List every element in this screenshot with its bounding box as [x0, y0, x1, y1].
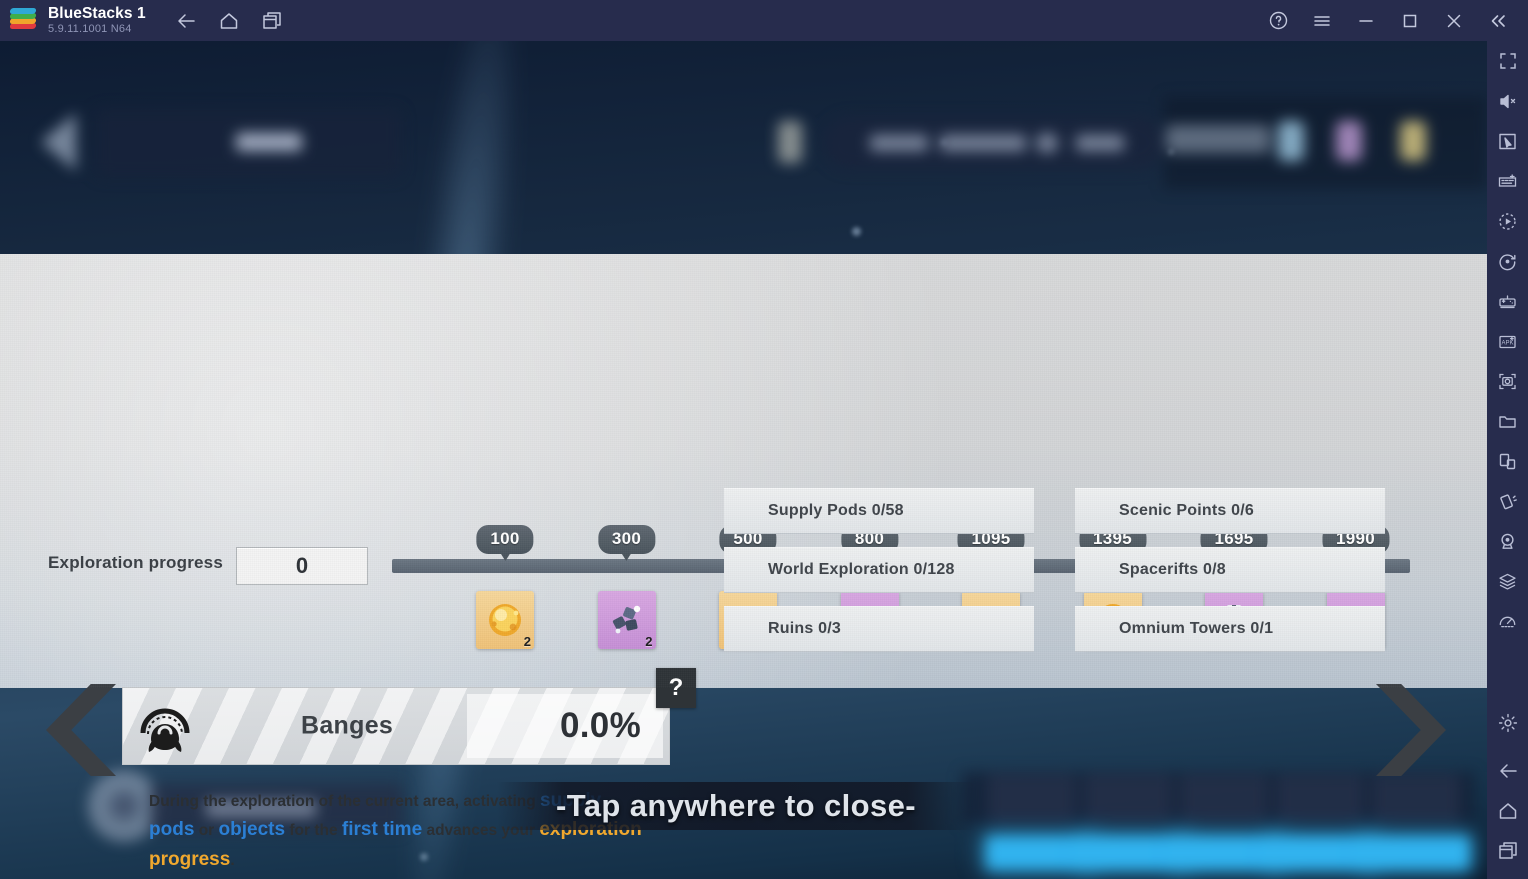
- layers-icon[interactable]: [1487, 561, 1528, 601]
- stat-label: World Exploration 0/128: [768, 561, 955, 578]
- milestone-marker[interactable]: 100: [476, 525, 562, 561]
- fullscreen-icon[interactable]: [1487, 41, 1528, 81]
- location-icon[interactable]: [1487, 521, 1528, 561]
- shake-icon[interactable]: [1487, 481, 1528, 521]
- rotate-icon[interactable]: [1487, 241, 1528, 281]
- desc-highlight-first-time: first time: [341, 819, 423, 841]
- game-resource-blurred: [1400, 121, 1426, 161]
- stat-row[interactable]: Spacerifts 0/8: [1075, 547, 1385, 593]
- desc-part-5: .: [230, 851, 235, 869]
- game-button-blurred: [986, 836, 1094, 870]
- stat-label: Omnium Towers 0/1: [1119, 620, 1274, 637]
- window-title-group: BlueStacks 1 5.9.11.1001 N64: [48, 4, 146, 36]
- reward-quantity: 2: [645, 634, 653, 649]
- bluestacks-logo-icon: [9, 7, 37, 34]
- menu-icon[interactable]: [1310, 9, 1334, 33]
- stat-row[interactable]: Ruins 0/3: [724, 606, 1034, 652]
- close-icon[interactable]: [1442, 9, 1466, 33]
- stat-row[interactable]: Scenic Points 0/6: [1075, 488, 1385, 534]
- android-recents-icon[interactable]: [1487, 831, 1528, 871]
- exploration-progress-modal: Exploration progress 0 10023002500300800…: [0, 254, 1487, 870]
- screenshot-icon[interactable]: [1487, 361, 1528, 401]
- desc-part-2: or: [194, 822, 219, 840]
- gamepad-icon[interactable]: [1487, 281, 1528, 321]
- performance-icon[interactable]: [1487, 601, 1528, 641]
- region-percent: 0.0%: [560, 706, 641, 745]
- tap-to-close-label: -Tap anywhere to close-: [555, 788, 917, 823]
- stat-label: Ruins 0/3: [768, 620, 841, 637]
- keyboard-controls-icon[interactable]: [1487, 161, 1528, 201]
- game-hud-top-blurred: [0, 41, 1487, 254]
- desc-highlight-objects: objects: [218, 819, 286, 841]
- multi-instance-icon[interactable]: [1487, 441, 1528, 481]
- exploration-progress-valuebox: 0: [236, 547, 368, 585]
- help-icon[interactable]: [1266, 9, 1290, 33]
- game-resource-blurred: [1278, 121, 1304, 161]
- milestone-reward[interactable]: 2: [476, 591, 534, 649]
- milestone-reward[interactable]: 2: [597, 591, 656, 649]
- media-folder-icon[interactable]: [1487, 401, 1528, 441]
- svg-text:APK: APK: [1501, 340, 1513, 346]
- stat-label: Supply Pods 0/58: [768, 502, 904, 519]
- game-button-blurred: [1174, 836, 1282, 870]
- bluestacks-sidebar: APK: [1487, 41, 1528, 879]
- back-icon[interactable]: [174, 9, 198, 33]
- stat-label: Scenic Points 0/6: [1119, 502, 1255, 519]
- recents-icon[interactable]: [260, 9, 284, 33]
- desc-part-1: During the exploration of the current ar…: [149, 793, 541, 810]
- install-apk-icon[interactable]: APK: [1487, 321, 1528, 361]
- game-resource-blurred: [1336, 121, 1362, 161]
- android-back-icon[interactable]: [1487, 751, 1528, 791]
- game-card-blurred: [1276, 774, 1364, 822]
- desc-part-3: for the: [285, 822, 342, 840]
- mute-icon[interactable]: [1487, 81, 1528, 121]
- app-version: 5.9.11.1001 N64: [48, 22, 132, 35]
- game-button-blurred: [1362, 836, 1470, 870]
- exploration-progress-value: 0: [295, 553, 309, 578]
- game-title-pill-blurred: [96, 109, 401, 177]
- game-stat-chip-blurred: [1166, 125, 1270, 153]
- collapse-icon[interactable]: [1486, 9, 1510, 33]
- region-progress-bar[interactable]: Banges 0.0%: [122, 687, 670, 765]
- game-button-blurred: [1268, 836, 1376, 870]
- minimize-icon[interactable]: [1354, 9, 1378, 33]
- reward-quantity: 2: [523, 634, 531, 649]
- game-button-blurred: [1080, 836, 1188, 870]
- game-currency-icon-blurred: [778, 121, 802, 163]
- app-name: BlueStacks 1: [48, 4, 146, 22]
- android-home-icon[interactable]: [1487, 791, 1528, 831]
- stat-row[interactable]: Omnium Towers 0/1: [1075, 606, 1385, 652]
- game-viewport[interactable]: Exploration progress 0 10023002500300800…: [0, 41, 1487, 879]
- stat-label: Spacerifts 0/8: [1119, 561, 1226, 578]
- settings-gear-icon[interactable]: [1487, 703, 1528, 743]
- maximize-icon[interactable]: [1398, 9, 1422, 33]
- milestone-value: 100: [476, 525, 534, 561]
- region-emblem-icon: [135, 697, 195, 757]
- home-icon[interactable]: [217, 9, 241, 33]
- game-card-blurred: [1084, 774, 1172, 822]
- cursor-pointer-icon[interactable]: [1487, 121, 1528, 161]
- stat-row[interactable]: Supply Pods 0/58: [724, 488, 1034, 534]
- game-card-blurred: [1180, 774, 1268, 822]
- game-card-blurred: [988, 774, 1076, 822]
- milestone-marker[interactable]: 300: [597, 525, 684, 561]
- stat-row[interactable]: World Exploration 0/128: [724, 547, 1034, 593]
- region-name: Banges: [301, 711, 394, 740]
- tap-to-close-banner[interactable]: -Tap anywhere to close-: [497, 782, 975, 830]
- app-root: BlueStacks 1 5.9.11.1001 N64 Exploration…: [0, 0, 1528, 879]
- game-resource-pill-blurred: [824, 117, 1164, 169]
- titlebar-nav-icons: [174, 9, 284, 33]
- region-help-button[interactable]: ?: [656, 668, 696, 708]
- bluestacks-titlebar: BlueStacks 1 5.9.11.1001 N64: [0, 0, 1528, 41]
- exploration-progress-label: Exploration progress: [48, 553, 223, 572]
- game-back-arrow-blurred: [40, 113, 76, 171]
- window-controls: [1266, 9, 1510, 33]
- macro-play-icon[interactable]: [1487, 201, 1528, 241]
- milestone-value: 300: [597, 525, 656, 561]
- game-card-blurred: [1372, 774, 1460, 822]
